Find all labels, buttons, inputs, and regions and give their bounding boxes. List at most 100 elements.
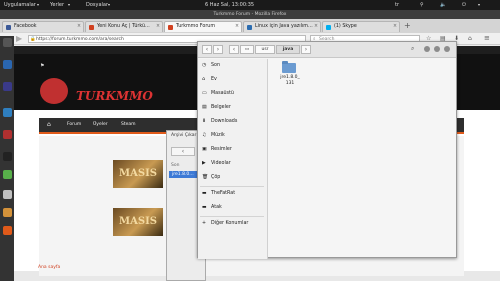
drive-icon: ▭ (244, 47, 250, 52)
crumb-root[interactable]: ▭ (240, 45, 254, 54)
lock-icon: 🔒 (30, 37, 36, 42)
divider (200, 186, 264, 187)
leafpad-icon[interactable] (3, 170, 12, 179)
armitage-icon[interactable] (3, 82, 12, 91)
music-icon: ♫ (202, 133, 207, 138)
plus-icon: + (202, 221, 207, 226)
language-indicator[interactable]: tr (395, 2, 399, 8)
tab-label: Facebook (14, 24, 37, 29)
applications-menu[interactable]: Uygulamalar (4, 2, 36, 8)
sidebar-item-desktop[interactable]: ▭ Masaüstü (202, 91, 234, 96)
volume-icon[interactable]: 🔈 (440, 2, 446, 8)
crumb-next[interactable]: › (301, 45, 311, 54)
network-icon[interactable]: ⚲ (420, 2, 424, 8)
folder-label[interactable]: jre1.8.0_ 131 (278, 75, 302, 87)
places-menu[interactable]: Yerler (50, 2, 64, 8)
sidebar-label: Atak (211, 205, 222, 210)
metasploit-icon[interactable] (3, 60, 12, 69)
nav-forum[interactable]: Forum (67, 122, 81, 127)
sidebar-item-documents[interactable]: ▤ Belgeler (202, 105, 231, 110)
sidebar-item-downloads[interactable]: ⬇ Downloads (202, 119, 237, 124)
sidebar-item-atak[interactable]: ▬ Atak (202, 205, 222, 210)
sidebar-item-pictures[interactable]: ▣ Resimler (202, 147, 232, 152)
back-button[interactable]: ‹ (202, 45, 212, 54)
places-sidebar: ◷ Son ⌂ Ev ▭ Masaüstü ▤ Belgeler ⬇ Downloads … (198, 59, 268, 259)
result-thumbnail[interactable]: MASIS (113, 160, 163, 188)
flag-icon[interactable]: ⚑ (40, 63, 44, 69)
sidebar-item-other-locations[interactable]: + Diğer Konumlar (202, 221, 248, 226)
tab-skype[interactable]: (1) Skype × (322, 21, 400, 32)
window-title: Turkmmo Forum - Mozilla Firefox (0, 10, 500, 19)
burp-icon[interactable] (3, 108, 12, 117)
close-icon[interactable]: × (314, 22, 318, 32)
turkmmo-icon (89, 25, 94, 30)
sidebar-item-music[interactable]: ♫ Müzik (202, 133, 225, 138)
faraday-icon[interactable] (3, 130, 12, 139)
crumb-usr[interactable]: usr (255, 45, 275, 54)
videos-icon: ▶ (202, 161, 206, 166)
up-button[interactable]: ‹ (229, 45, 239, 54)
file-chooser-header: ‹ › ‹ ▭ usr java › ⌕ (198, 42, 456, 58)
crumb-java[interactable]: java (276, 45, 300, 54)
close-icon[interactable]: × (77, 22, 81, 32)
power-icon[interactable]: ⏻ (462, 2, 466, 8)
chevron-down-icon: ▾ (108, 2, 111, 7)
back-button[interactable]: ‹ (171, 147, 195, 156)
tab-label: Turkmmo Forum (176, 24, 216, 29)
clock[interactable]: 6 Haz Sal, 13:00:35 (205, 2, 254, 8)
new-folder-icon[interactable] (424, 46, 430, 52)
sidebar-item-home[interactable]: ⌂ Ev (202, 77, 217, 82)
mascot-logo (40, 78, 68, 104)
files-icon[interactable] (3, 190, 12, 199)
chevron-down-icon: ▾ (68, 2, 71, 7)
search-label: Son (171, 163, 180, 168)
new-tab-button[interactable]: + (404, 21, 411, 30)
search-icon[interactable]: ⌕ (411, 45, 414, 53)
desktop-icon: ▭ (202, 91, 207, 96)
trash-icon: 🗑 (202, 175, 209, 180)
tab-turkmmo-forum[interactable]: Turkmmo Forum × (164, 21, 242, 32)
sidebar-label: Ev (211, 77, 217, 82)
turkmmo-icon (168, 25, 173, 30)
firefox-icon[interactable] (3, 226, 12, 235)
folder-icon[interactable] (282, 61, 296, 73)
sidebar-item-trash[interactable]: 🗑 Çöp (202, 175, 220, 180)
pictures-icon: ▣ (202, 147, 207, 152)
forward-icon[interactable]: ▶ (16, 34, 22, 43)
sidebar-label: Son (211, 63, 221, 68)
home-icon[interactable]: ⌂ (47, 121, 51, 128)
sidebar-label: Çöp (211, 175, 221, 180)
nav-steam[interactable]: Steam (121, 122, 136, 127)
files-menu[interactable]: Dosyalar (86, 2, 108, 8)
tab-label: Yeni Konu Aç | Türkü… (97, 24, 150, 29)
home-link[interactable]: Ana sayfa (38, 265, 60, 270)
home-icon[interactable]: ⌂ (468, 35, 472, 42)
tab-label: Linux için Java yazılım… (255, 24, 313, 29)
tab-java-linux[interactable]: Linux için Java yazılım… × (243, 21, 321, 32)
menu-icon[interactable]: ≡ (484, 34, 490, 42)
page-icon (247, 25, 252, 30)
sidebar-item-recent[interactable]: ◷ Son (202, 63, 220, 68)
terminal-icon[interactable] (3, 152, 12, 161)
sidebar-label: Videolar (211, 161, 231, 166)
close-icon[interactable]: × (235, 22, 239, 32)
tab-facebook[interactable]: Facebook × (2, 21, 84, 32)
close-icon[interactable]: × (156, 22, 160, 32)
close-icon[interactable] (444, 46, 450, 52)
url-text: https://forum.turkmmo.com/ara/search (36, 37, 124, 42)
facebook-icon (6, 25, 11, 30)
site-logo[interactable]: TURKMMO (76, 89, 153, 103)
tab-new-topic[interactable]: Yeni Konu Aç | Türkü… × (85, 21, 163, 32)
minimize-icon[interactable] (434, 46, 440, 52)
sidebar-label: Müzik (211, 133, 225, 138)
folder-icon: ▬ (202, 205, 207, 210)
show-apps-icon[interactable] (3, 38, 12, 47)
sidebar-item-thefatrat[interactable]: ▬ TheFatRat (202, 191, 235, 196)
sidebar-item-videos[interactable]: ▶ Videolar (202, 161, 231, 166)
close-icon[interactable]: × (393, 22, 397, 32)
archive-icon[interactable] (3, 208, 12, 217)
skype-icon (326, 25, 331, 30)
nav-members[interactable]: Üyeler (93, 122, 108, 127)
forward-button[interactable]: › (213, 45, 223, 54)
result-thumbnail[interactable]: MASIS (113, 208, 163, 236)
